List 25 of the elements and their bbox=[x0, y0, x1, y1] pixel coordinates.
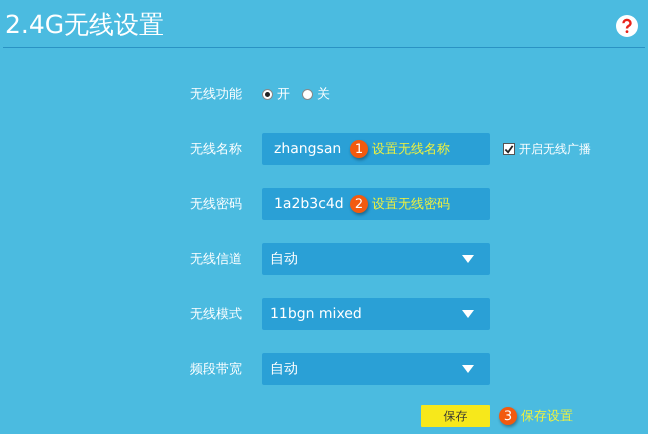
annotation-text: 保存设置 bbox=[521, 408, 573, 425]
checkbox-label: 开启无线广播 bbox=[519, 140, 591, 158]
radio-label: 关 bbox=[317, 86, 330, 103]
field-label: 无线模式 bbox=[190, 306, 243, 323]
field-label: 无线密码 bbox=[190, 196, 243, 213]
caret-icon bbox=[462, 365, 474, 373]
annotation-text: 设置无线名称 bbox=[372, 141, 450, 158]
save-button[interactable]: 保存 bbox=[421, 405, 490, 427]
annotation-text: 设置无线密码 bbox=[372, 196, 450, 213]
field-label: 无线功能 bbox=[190, 86, 243, 103]
help-icon[interactable] bbox=[616, 14, 638, 36]
caret-icon bbox=[462, 310, 474, 318]
page-title: 2.4G无线设置 bbox=[5, 10, 164, 40]
dropdown[interactable]: 11bgn mixed bbox=[262, 298, 490, 330]
step-badge: 3 bbox=[499, 407, 517, 425]
radio-button[interactable] bbox=[262, 88, 273, 100]
caret-icon bbox=[462, 255, 474, 263]
dropdown[interactable]: 自动 bbox=[262, 243, 490, 275]
radio-button[interactable] bbox=[302, 88, 313, 100]
field-label: 无线名称 bbox=[190, 141, 243, 158]
radio-label: 开 bbox=[277, 86, 290, 103]
checkbox[interactable] bbox=[503, 143, 515, 155]
field-label: 无线信道 bbox=[190, 251, 243, 268]
dropdown[interactable]: 自动 bbox=[262, 353, 490, 385]
field-label: 频段带宽 bbox=[190, 361, 243, 378]
